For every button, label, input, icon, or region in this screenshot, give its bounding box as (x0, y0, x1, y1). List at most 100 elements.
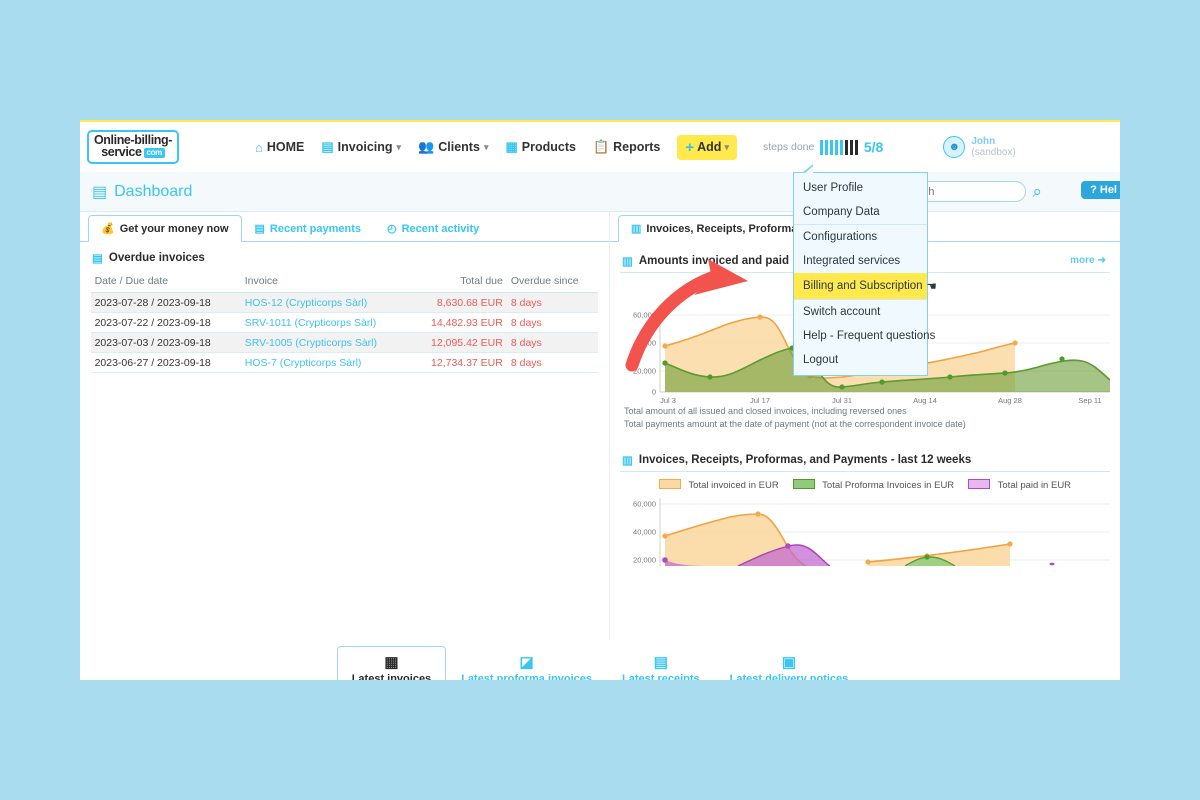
receipt-icon: ▤ (653, 654, 668, 671)
chart1-footnote-2: Total payments amount at the date of pay… (624, 419, 966, 430)
logo[interactable]: Online-billing- service com (87, 130, 179, 164)
table-body: 2023-07-28 / 2023-09-18 HOS-12 (Cryptico… (90, 292, 599, 373)
menu-pointer (802, 164, 813, 174)
invoice-icon: ▤ (321, 139, 334, 154)
user-dropdown-menu: User Profile Company Data Configurations… (793, 164, 937, 376)
svg-text:60,000: 60,000 (633, 311, 656, 320)
tab-label: Get your money now (119, 222, 229, 235)
bottom-tab-latest-receipts[interactable]: ▤ Latest receipts (607, 646, 715, 680)
chart2-legend: Total invoiced in EUR Total Proforma Inv… (620, 476, 1110, 494)
cell-invoice[interactable]: SRV-1005 (Crypticorps Sàrl) (240, 332, 411, 353)
nav-item-home[interactable]: ⌂ HOME (255, 140, 304, 155)
svg-text:Jul 3: Jul 3 (660, 396, 676, 405)
avatar: ☻ (943, 136, 966, 158)
invoice-grid-icon: ▦ (384, 654, 399, 671)
cell-overdue: 8 days (506, 292, 599, 313)
tab-recent-activity[interactable]: ◴ Recent activity (374, 215, 492, 241)
menu-item-label: Billing and Subscription (803, 280, 923, 292)
cell-total: 14,482.93 EUR (410, 312, 507, 333)
nav-label-home: HOME (266, 140, 305, 154)
menu-item-user-profile[interactable]: User Profile (794, 176, 927, 200)
chart1-title: Amounts invoiced and paid (638, 255, 790, 267)
invoice-link[interactable]: HOS-7 (Crypticorps Sàrl) (245, 357, 362, 369)
table-header-row: Date / Due date Invoice Total due Overdu… (90, 272, 599, 293)
cell-invoice[interactable]: HOS-7 (Crypticorps Sàrl) (240, 352, 411, 373)
page-title-wrap: ▤ Dashboard (92, 182, 192, 202)
svg-text:20,000: 20,000 (633, 367, 656, 376)
reports-icon: 📋 (592, 139, 610, 154)
cell-invoice[interactable]: SRV-1011 (Crypticorps Sàrl) (240, 312, 411, 333)
chart1-more-link[interactable]: more ➜ (1070, 255, 1106, 266)
legend-item-paid: Total paid in EUR (968, 479, 1071, 491)
page-header: ▤ Dashboard ⌕ ? Hel (80, 172, 1120, 212)
tab-recent-payments[interactable]: ▤ Recent payments (242, 215, 375, 241)
nav-item-clients[interactable]: 👥 Clients ▾ (418, 139, 488, 155)
bottom-tab-latest-invoices[interactable]: ▦ Latest invoices (336, 646, 447, 680)
bar-chart-icon: ▥ (631, 223, 642, 235)
search-icon[interactable]: ⌕ (1032, 182, 1042, 202)
plus-icon: + (685, 138, 695, 156)
svg-text:Jul 17: Jul 17 (750, 396, 770, 405)
menu-item-logout[interactable]: Logout (794, 348, 927, 372)
add-button[interactable]: + Add ▾ (677, 134, 737, 160)
bar-chart-icon: ▥ (622, 256, 633, 268)
chart2-series-invoiced (662, 511, 1013, 567)
dashboard-icon: ▤ (92, 183, 108, 201)
invoice-link[interactable]: SRV-1011 (Crypticorps Sàrl) (245, 317, 377, 329)
chart2-title: Invoices, Receipts, Proformas, and Payme… (638, 454, 972, 467)
cell-total: 12,095.42 EUR (410, 332, 507, 353)
user-menu-trigger[interactable]: ☻ John (sandbox) (943, 136, 1016, 159)
table-row[interactable]: 2023-07-03 / 2023-09-18 SRV-1005 (Crypti… (90, 332, 599, 353)
bottom-tab-latest-proforma-invoices[interactable]: ◪ Latest proforma invoices (446, 646, 607, 680)
invoice-link[interactable]: SRV-1005 (Crypticorps Sàrl) (245, 337, 377, 349)
bottom-tab-label: Latest proforma invoices (461, 673, 593, 680)
legend-label-proforma: Total Proforma Invoices in EUR (822, 480, 955, 492)
delivery-icon: ▣ (781, 654, 797, 671)
chart2-block: ▥ Invoices, Receipts, Proformas, and Pay… (610, 431, 1120, 567)
nav-label-reports: Reports (613, 140, 661, 154)
cell-total: 8,630.68 EUR (410, 292, 507, 313)
overdue-invoices-table: Date / Due date Invoice Total due Overdu… (90, 272, 599, 373)
nav-label-clients: Clients (438, 140, 480, 154)
col-total-due: Total due (410, 272, 507, 293)
left-panel: 💰 Get your money now ▤ Recent payments ◴… (80, 212, 610, 640)
invoice-link[interactable]: HOS-12 (Crypticorps Sàrl) (245, 297, 368, 309)
table-row[interactable]: 2023-07-22 / 2023-09-18 SRV-1011 (Crypti… (90, 312, 599, 333)
nav-item-reports[interactable]: 📋 Reports (593, 139, 660, 155)
tab-get-your-money-now[interactable]: 💰 Get your money now (88, 215, 242, 242)
menu-item-company-data[interactable]: Company Data (794, 200, 927, 224)
svg-text:Jul 31: Jul 31 (832, 396, 852, 405)
menu-item-switch-account[interactable]: Switch account (794, 299, 927, 324)
help-button[interactable]: ? Hel (1081, 181, 1120, 199)
nav-item-invoicing[interactable]: ▤ Invoicing ▾ (321, 139, 401, 155)
nav-item-products[interactable]: ▦ Products (505, 139, 575, 155)
table-row[interactable]: 2023-06-27 / 2023-09-18 HOS-7 (Crypticor… (90, 352, 599, 373)
menu-item-integrated-services[interactable]: Integrated services (794, 249, 927, 273)
legend-swatch-proforma (792, 479, 815, 490)
svg-text:Aug 28: Aug 28 (998, 396, 1022, 405)
legend-swatch-paid (968, 479, 991, 490)
bottom-tab-label: Latest invoices (351, 673, 432, 680)
logo-tld: com (143, 148, 165, 158)
legend-swatch-invoiced (658, 479, 681, 490)
cursor-hand-icon: ☚ (926, 281, 937, 293)
steps-progress: steps done 5/8 (763, 139, 883, 155)
overdue-invoices-heading: ▤ Overdue invoices (80, 242, 609, 272)
more-label: more (1070, 255, 1095, 266)
bottom-tab-latest-delivery-notices[interactable]: ▣ Latest delivery notices (715, 646, 864, 680)
cell-invoice[interactable]: HOS-12 (Crypticorps Sàrl) (240, 292, 411, 313)
cell-date: 2023-07-28 / 2023-09-18 (90, 292, 241, 313)
tab-label: Recent activity (401, 222, 480, 235)
svg-text:40,000: 40,000 (633, 528, 656, 537)
table-row[interactable]: 2023-07-28 / 2023-09-18 HOS-12 (Cryptico… (90, 292, 599, 313)
col-date: Date / Due date (90, 272, 241, 293)
chart2-ylabels: 60,000 40,000 20,000 (633, 500, 656, 565)
application-window: Online-billing- service com ⌂ HOME ▤ Inv… (80, 120, 1120, 680)
user-info: John (sandbox) (971, 136, 1015, 159)
top-navigation-bar: Online-billing- service com ⌂ HOME ▤ Inv… (80, 120, 1120, 172)
menu-item-help-frequent-questions[interactable]: Help - Frequent questions (794, 324, 935, 348)
legend-item-invoiced: Total invoiced in EUR (658, 479, 779, 491)
menu-item-configurations[interactable]: Configurations (794, 224, 927, 249)
menu-item-billing-and-subscription[interactable]: Billing and Subscription ☚ (794, 273, 937, 299)
cell-overdue: 8 days (506, 312, 599, 333)
